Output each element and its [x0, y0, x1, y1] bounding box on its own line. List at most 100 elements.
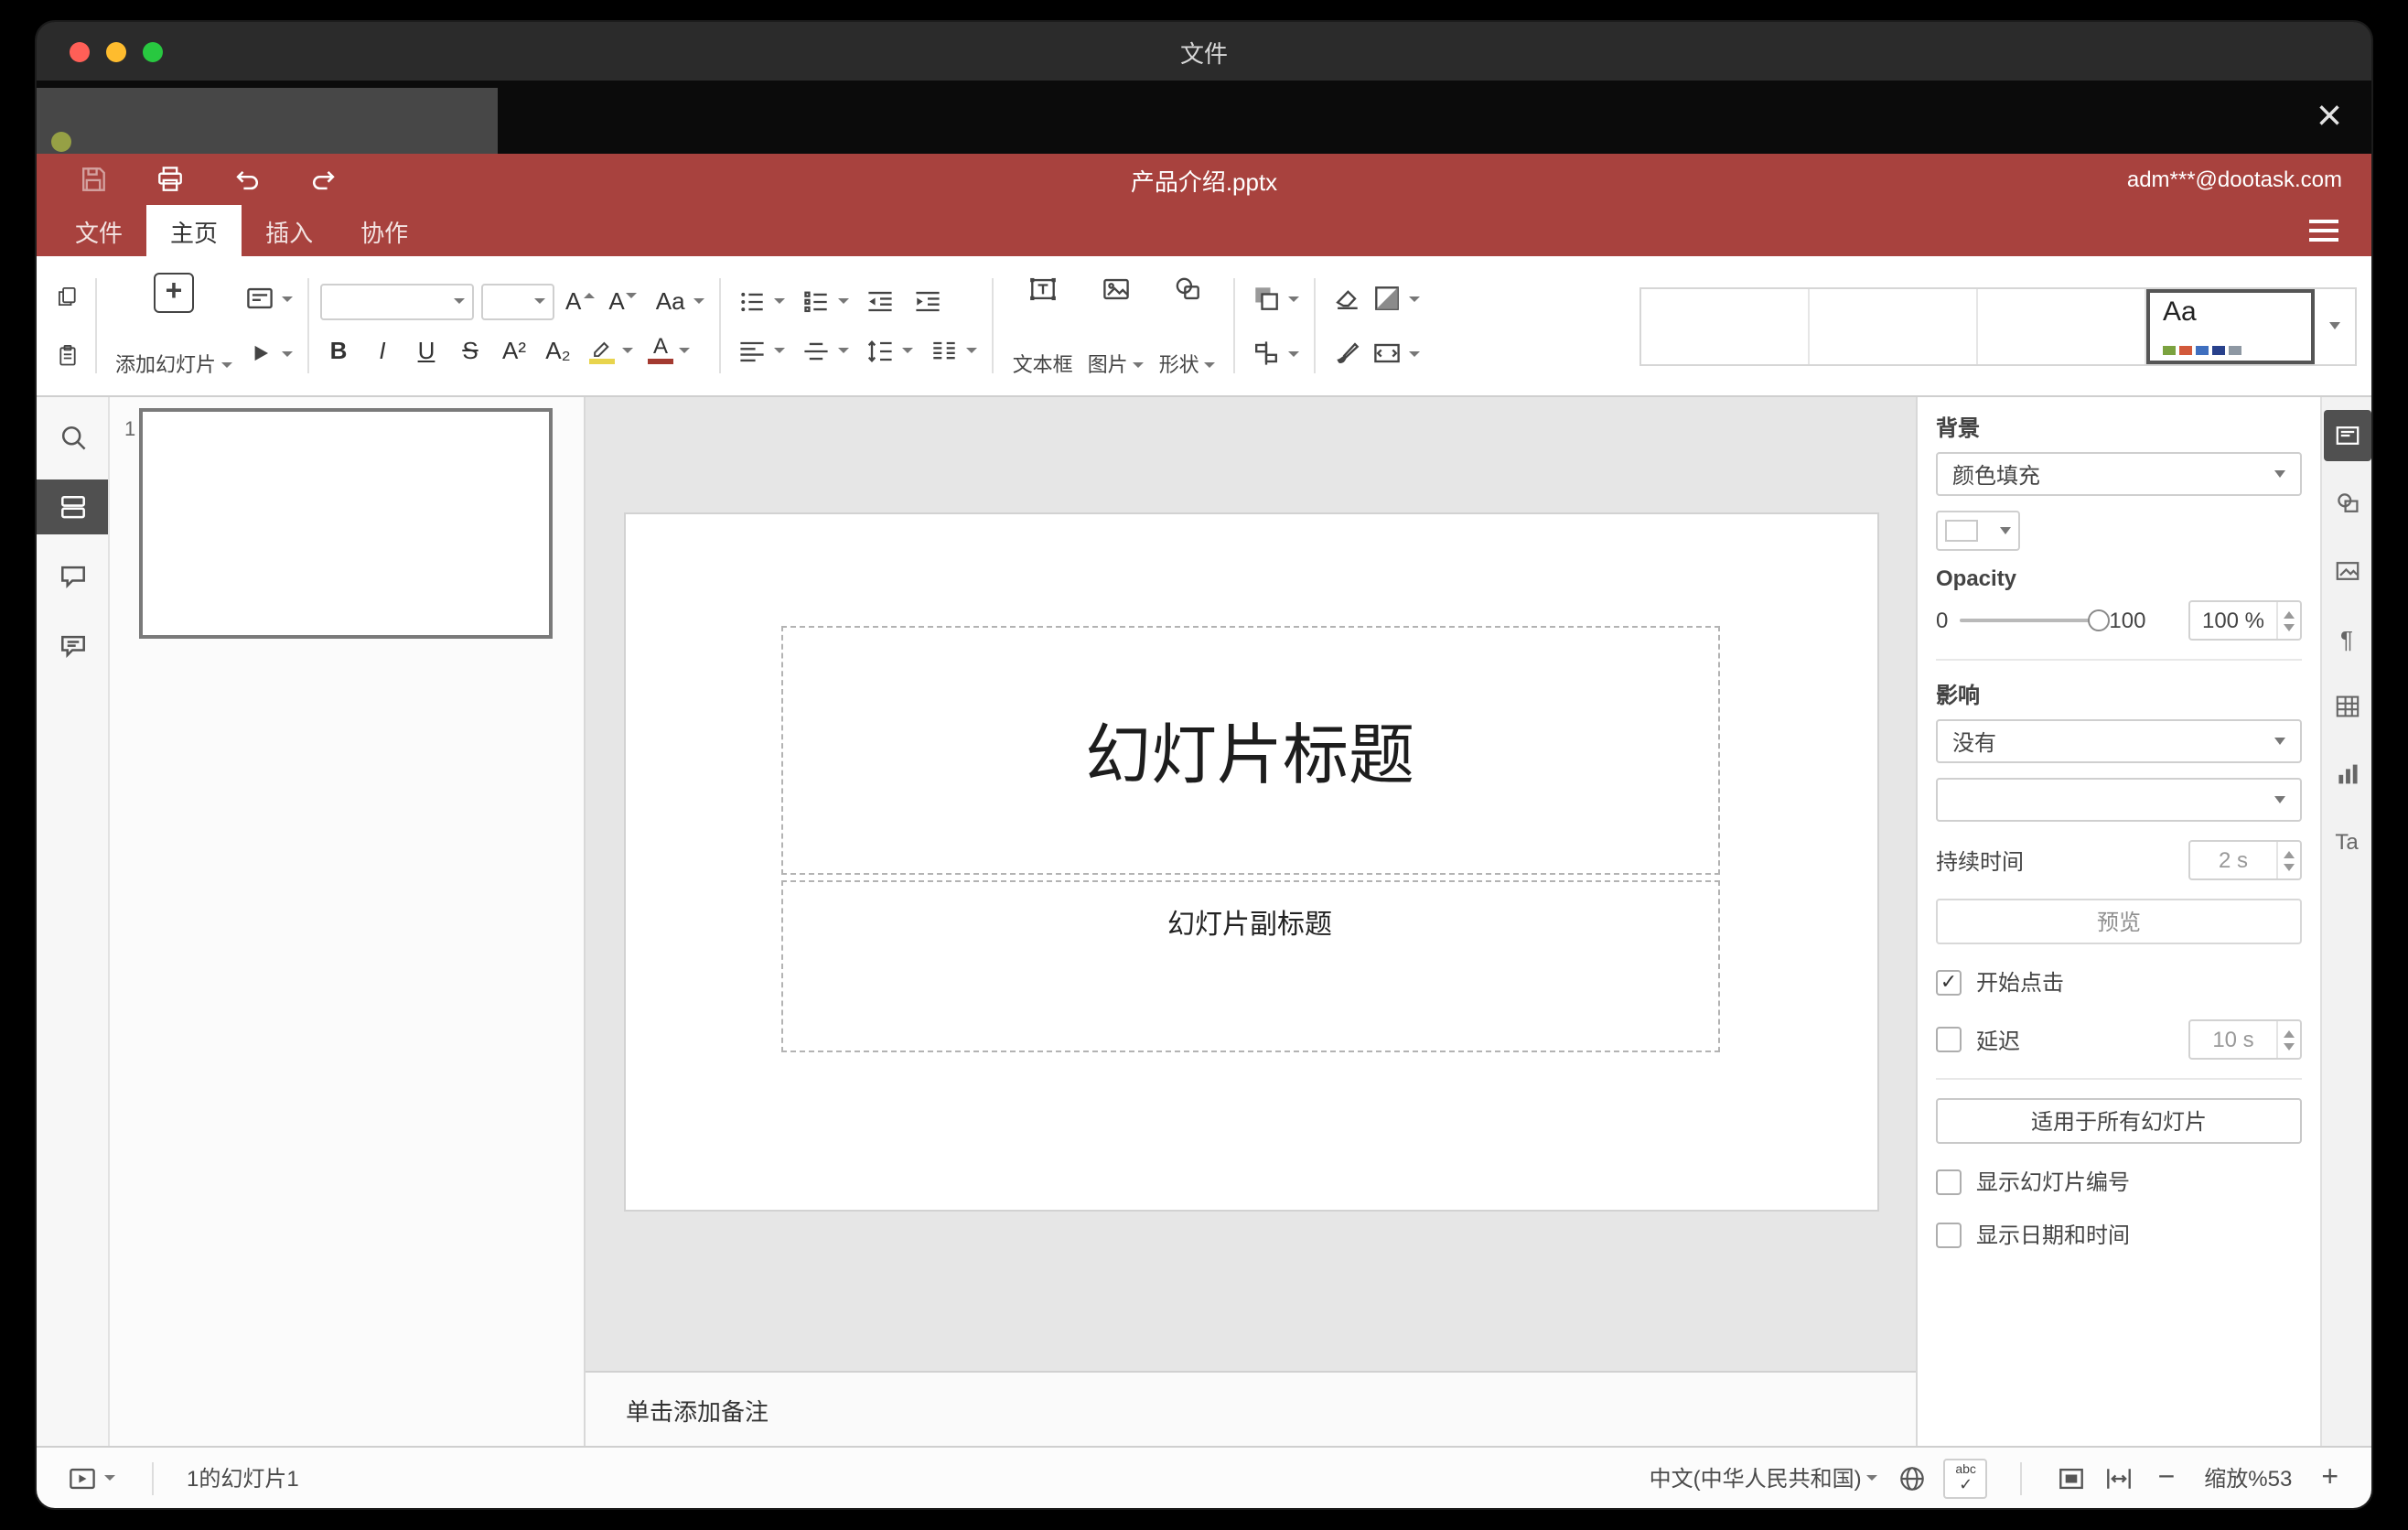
- start-on-click-checkbox[interactable]: ✓: [1936, 969, 1962, 995]
- tab-file[interactable]: 文件: [51, 205, 146, 256]
- tab-home[interactable]: 主页: [146, 205, 242, 256]
- show-date-time-checkbox[interactable]: [1936, 1222, 1962, 1247]
- spinner-down-icon[interactable]: [2284, 623, 2295, 630]
- tab-insert[interactable]: 插入: [242, 205, 337, 256]
- close-icon[interactable]: ×: [2317, 94, 2342, 139]
- decrease-font-button[interactable]: A: [605, 287, 640, 315]
- slide-subtitle-placeholder[interactable]: 幻灯片副标题: [780, 880, 1719, 1052]
- copy-style-icon[interactable]: [1328, 335, 1368, 372]
- slide-size-button[interactable]: [1368, 335, 1424, 372]
- preview-button[interactable]: 预览: [1936, 899, 2302, 944]
- image-settings-icon[interactable]: [2323, 545, 2370, 597]
- notes-input[interactable]: 单击添加备注: [586, 1371, 1916, 1446]
- background-fill-select[interactable]: 颜色填充: [1936, 452, 2302, 496]
- theme-option[interactable]: [1641, 288, 1810, 363]
- copy-icon[interactable]: [51, 280, 84, 313]
- slide-title-placeholder[interactable]: 幻灯片标题: [780, 626, 1719, 875]
- decrease-indent-button[interactable]: [861, 283, 901, 319]
- theme-gallery-expand-button[interactable]: [2315, 288, 2355, 363]
- increase-font-button[interactable]: A: [562, 287, 597, 315]
- table-settings-icon[interactable]: [2323, 681, 2370, 732]
- paragraph-settings-icon[interactable]: ¶: [2323, 613, 2370, 664]
- redo-icon[interactable]: [307, 163, 340, 196]
- duration-spinner[interactable]: 2 s: [2188, 840, 2302, 880]
- spinner-down-icon[interactable]: [2284, 1042, 2295, 1050]
- increase-indent-button[interactable]: [908, 283, 949, 319]
- align-shapes-button[interactable]: [1247, 335, 1304, 372]
- subscript-button[interactable]: A₂: [540, 330, 576, 371]
- show-slide-number-checkbox[interactable]: [1936, 1169, 1962, 1194]
- slide-settings-icon[interactable]: [2323, 410, 2370, 461]
- slides-icon[interactable]: [37, 479, 108, 534]
- italic-button[interactable]: I: [364, 330, 401, 371]
- delay-spinner[interactable]: 10 s: [2188, 1019, 2302, 1060]
- zoom-in-icon[interactable]: +: [2314, 1461, 2346, 1494]
- hamburger-icon[interactable]: [2309, 220, 2338, 242]
- transition-select[interactable]: 没有: [1936, 719, 2302, 763]
- line-spacing-button[interactable]: [861, 332, 918, 369]
- macos-zoom-button[interactable]: [143, 41, 163, 61]
- slider-handle[interactable]: [2087, 609, 2110, 631]
- background-color-select[interactable]: [1936, 511, 2020, 551]
- columns-button[interactable]: [925, 332, 982, 369]
- font-name-combo[interactable]: [320, 283, 474, 319]
- chart-settings-icon[interactable]: [2323, 749, 2370, 800]
- chevron-down-icon: [2274, 470, 2285, 478]
- status-bar: 1的幻灯片1 中文(中华人民共和国) abc ✓ − 缩放%53 +: [37, 1446, 2371, 1508]
- spinner-up-icon[interactable]: [2284, 1029, 2295, 1037]
- spinner-up-icon[interactable]: [2284, 850, 2295, 857]
- spellcheck-icon[interactable]: abc ✓: [1943, 1458, 1988, 1498]
- slide-layout-button[interactable]: [240, 280, 296, 317]
- shape-settings-icon[interactable]: [2323, 478, 2370, 529]
- slide-thumbnail[interactable]: [139, 408, 553, 639]
- chat-icon[interactable]: [37, 619, 108, 673]
- zoom-out-icon[interactable]: −: [2151, 1461, 2183, 1494]
- tab-collaboration[interactable]: 协作: [337, 205, 432, 256]
- clear-style-icon[interactable]: [1328, 280, 1368, 317]
- strikeout-button[interactable]: S: [452, 330, 489, 371]
- macos-close-button[interactable]: [70, 41, 90, 61]
- bold-button[interactable]: B: [320, 330, 357, 371]
- search-icon[interactable]: [37, 410, 108, 465]
- opacity-spinner[interactable]: 100 %: [2188, 600, 2302, 641]
- theme-option-selected[interactable]: Aa: [2146, 288, 2315, 363]
- change-case-button[interactable]: Aa: [649, 279, 709, 323]
- shape-button[interactable]: 形状: [1152, 269, 1223, 382]
- macos-minimize-button[interactable]: [106, 41, 126, 61]
- horizontal-align-button[interactable]: [733, 332, 790, 369]
- underline-button[interactable]: U: [408, 330, 445, 371]
- start-slideshow-button[interactable]: [240, 335, 296, 372]
- arrange-shapes-button[interactable]: [1247, 280, 1304, 317]
- delay-checkbox[interactable]: [1936, 1027, 1962, 1052]
- comments-icon[interactable]: [37, 549, 108, 604]
- spinner-up-icon[interactable]: [2284, 610, 2295, 618]
- spinner-down-icon[interactable]: [2284, 863, 2295, 870]
- numbering-button[interactable]: [797, 283, 854, 319]
- print-icon[interactable]: [154, 163, 187, 196]
- save-icon[interactable]: [77, 163, 110, 196]
- fill-color-button[interactable]: [1368, 280, 1424, 317]
- add-slide-button[interactable]: + 添加幻灯片: [108, 269, 240, 382]
- opacity-slider[interactable]: [1959, 609, 2110, 631]
- slide[interactable]: 幻灯片标题 幻灯片副标题: [625, 514, 1876, 1210]
- undo-icon[interactable]: [231, 163, 263, 196]
- vertical-align-button[interactable]: [797, 332, 854, 369]
- fit-width-icon[interactable]: [2103, 1461, 2136, 1494]
- language-select[interactable]: 中文(中华人民共和国): [1646, 1460, 1882, 1495]
- font-size-combo[interactable]: [481, 283, 554, 319]
- apply-to-all-slides-button[interactable]: 适用于所有幻灯片: [1936, 1098, 2302, 1144]
- start-slideshow-statusbar-button[interactable]: [62, 1460, 119, 1496]
- image-button[interactable]: 图片: [1080, 269, 1152, 382]
- textbox-button[interactable]: 文本框: [1005, 269, 1080, 382]
- font-color-button[interactable]: A: [644, 335, 693, 366]
- fit-slide-icon[interactable]: [2056, 1461, 2089, 1494]
- superscript-button[interactable]: A²: [496, 330, 532, 371]
- theme-option[interactable]: [1810, 288, 1978, 363]
- globe-icon[interactable]: [1897, 1461, 1930, 1494]
- textart-settings-icon[interactable]: Ta: [2323, 816, 2370, 867]
- transition-variant-select[interactable]: [1936, 778, 2302, 822]
- bullets-button[interactable]: [733, 283, 790, 319]
- theme-option[interactable]: [1978, 288, 2146, 363]
- paste-icon[interactable]: [51, 339, 84, 372]
- highlight-color-button[interactable]: [584, 335, 637, 366]
